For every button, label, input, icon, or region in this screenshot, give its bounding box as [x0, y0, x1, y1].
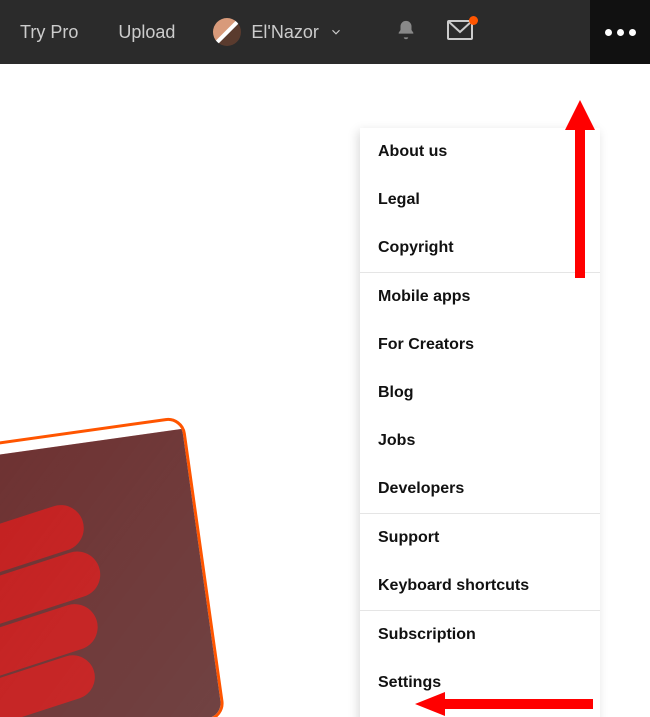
user-menu-button[interactable]: El'Nazor [201, 0, 354, 64]
menu-item-mobile-apps[interactable]: Mobile apps [360, 273, 600, 321]
menu-item-jobs[interactable]: Jobs [360, 417, 600, 465]
menu-item-settings[interactable]: Settings [360, 659, 600, 707]
notification-dot-icon [469, 16, 478, 25]
menu-item-support[interactable]: Support [360, 514, 600, 562]
menu-item-developers[interactable]: Developers [360, 465, 600, 513]
menu-item-about-us[interactable]: About us [360, 128, 600, 176]
menu-item-sign-out[interactable]: Sign out [360, 707, 600, 717]
more-dropdown: About us Legal Copyright Mobile apps For… [360, 128, 600, 717]
try-pro-link[interactable]: Try Pro [0, 22, 98, 43]
menu-item-keyboard-shortcuts[interactable]: Keyboard shortcuts [360, 562, 600, 610]
chevron-down-icon [329, 25, 343, 39]
menu-item-for-creators[interactable]: For Creators [360, 321, 600, 369]
username-label: El'Nazor [251, 22, 318, 43]
menu-item-subscription[interactable]: Subscription [360, 611, 600, 659]
upload-link[interactable]: Upload [98, 22, 195, 43]
messages-icon[interactable] [447, 20, 473, 45]
promo-card [0, 434, 250, 717]
more-menu-button[interactable] [590, 0, 650, 64]
top-bar: Try Pro Upload El'Nazor [0, 0, 650, 64]
menu-item-legal[interactable]: Legal [360, 176, 600, 224]
menu-item-copyright[interactable]: Copyright [360, 224, 600, 272]
page-content: About us Legal Copyright Mobile apps For… [0, 64, 650, 717]
avatar [213, 18, 241, 46]
more-icon [605, 29, 636, 36]
menu-item-blog[interactable]: Blog [360, 369, 600, 417]
notifications-icon[interactable] [395, 19, 417, 46]
